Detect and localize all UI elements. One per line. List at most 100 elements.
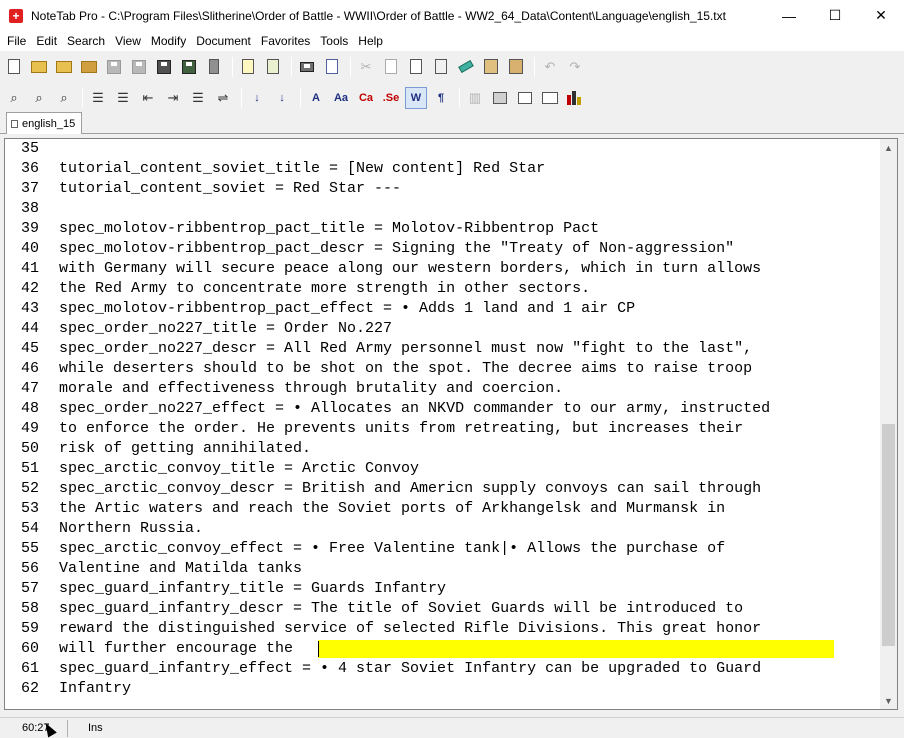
editor-line[interactable]: 59 reward the distinguished service of se… — [5, 619, 881, 639]
eraser-icon[interactable] — [455, 56, 477, 78]
editor-line[interactable]: 40 spec_molotov-ribbentrop_pact_descr = S… — [5, 239, 881, 259]
paste-special-icon[interactable] — [430, 56, 452, 78]
menu-tools[interactable]: Tools — [315, 31, 353, 51]
redo-icon[interactable]: ↷ — [564, 56, 586, 78]
spellcheck-icon[interactable] — [514, 87, 536, 109]
word-wrap-icon[interactable]: W — [405, 86, 427, 109]
menu-file[interactable]: File — [2, 31, 31, 51]
outdent-icon[interactable]: ⇤ — [137, 87, 159, 109]
save-as-icon[interactable] — [153, 56, 175, 78]
delete-trash-icon[interactable] — [203, 56, 225, 78]
line-text: spec_molotov-ribbentrop_pact_effect = • … — [59, 300, 636, 317]
swiss-cross-icon[interactable]: + — [9, 8, 23, 23]
menu-favorites[interactable]: Favorites — [256, 31, 315, 51]
toolbar-separator — [459, 87, 460, 108]
line-number: 60 — [20, 640, 39, 657]
editor-line[interactable]: 35 — [5, 139, 881, 159]
editor-line[interactable]: 43 spec_molotov-ribbentrop_pact_effect = … — [5, 299, 881, 319]
sort-ascending-icon[interactable]: ↓ — [246, 87, 268, 109]
editor-line[interactable]: 37 tutorial_content_soviet = Red Star --- — [5, 179, 881, 199]
editor-line[interactable]: 50 risk of getting annihilated. — [5, 439, 881, 459]
replace-icon[interactable]: ⌕ — [28, 87, 50, 109]
clipboard-paste-icon[interactable] — [505, 56, 527, 78]
editor-line[interactable]: 45 spec_order_no227_descr = All Red Army … — [5, 339, 881, 359]
line-number: 38 — [20, 200, 39, 217]
menu-search[interactable]: Search — [62, 31, 110, 51]
menu-modify[interactable]: Modify — [146, 31, 191, 51]
editor-line[interactable]: 47 morale and effectiveness through bruta… — [5, 379, 881, 399]
line-text: spec_guard_infantry_descr = The title of… — [59, 600, 744, 617]
clipboard-icon[interactable] — [480, 56, 502, 78]
save-disabled-icon[interactable] — [103, 56, 125, 78]
editor-line[interactable]: 42 the Red Army to concentrate more stren… — [5, 279, 881, 299]
menu-edit[interactable]: Edit — [31, 31, 62, 51]
menu-document[interactable]: Document — [191, 31, 256, 51]
tab-label: english_15 — [22, 117, 76, 130]
menu-help[interactable]: Help — [353, 31, 388, 51]
editor-line[interactable]: 49 to enforce the order. He prevents unit… — [5, 419, 881, 439]
statistics-bar-icon[interactable] — [564, 87, 586, 109]
line-number: 58 — [20, 600, 39, 617]
undo-icon[interactable]: ↶ — [539, 56, 561, 78]
new-document-icon[interactable] — [3, 56, 25, 78]
pilcrow-icon[interactable]: ¶ — [430, 87, 452, 109]
indent-icon[interactable]: ⇥ — [162, 87, 184, 109]
maximize-button[interactable]: ☐ — [812, 0, 858, 31]
editor-line[interactable]: 48 spec_order_no227_effect = • Allocates … — [5, 399, 881, 419]
columns-icon[interactable]: ▥ — [464, 87, 486, 109]
editor-line[interactable]: 57 spec_guard_infantry_title = Guards Inf… — [5, 579, 881, 599]
uppercase-icon[interactable]: A — [305, 87, 327, 109]
close-button[interactable]: ✕ — [858, 0, 904, 31]
favorites-star-icon[interactable] — [237, 56, 259, 78]
editor-line[interactable]: 53 the Artic waters and reach the Soviet … — [5, 499, 881, 519]
editor-line[interactable]: 60 will further encourage the — [5, 639, 881, 659]
editor-line[interactable]: 56 Valentine and Matilda tanks — [5, 559, 881, 579]
editor-line[interactable]: 58 spec_guard_infantry_descr = The title … — [5, 599, 881, 619]
bullet-list-icon[interactable]: ☰ — [87, 87, 109, 109]
editor-line[interactable]: 61 spec_guard_infantry_effect = • 4 star … — [5, 659, 881, 679]
capitalize-icon[interactable]: Ca — [355, 87, 377, 109]
text-editor[interactable]: 35 36 tutorial_content_soviet_title = [New… — [4, 138, 898, 710]
justify-icon[interactable]: ☰ — [187, 87, 209, 109]
print-icon[interactable] — [296, 56, 318, 78]
cut-icon[interactable]: ✂ — [355, 56, 377, 78]
editor-lines[interactable]: 35 36 tutorial_content_soviet_title = [New… — [5, 139, 881, 709]
wrap-icon[interactable]: ⇌ — [212, 87, 234, 109]
outline-icon[interactable] — [489, 87, 511, 109]
editor-line[interactable]: 54 Northern Russia. — [5, 519, 881, 539]
find-binoculars-icon[interactable]: ⌕ — [3, 87, 25, 109]
editor-line[interactable]: 51 spec_arctic_convoy_title = Arctic Conv… — [5, 459, 881, 479]
editor-line[interactable]: 52 spec_arctic_convoy_descr = British and… — [5, 479, 881, 499]
find-next-icon[interactable]: ⌕ — [53, 87, 75, 109]
toggle-case-icon[interactable]: Aa — [330, 87, 352, 109]
open-folder-alt-icon[interactable] — [53, 56, 75, 78]
open-folder-icon[interactable] — [28, 56, 50, 78]
editor-line[interactable]: 62 Infantry — [5, 679, 881, 699]
favorites-add-icon[interactable] — [262, 56, 284, 78]
sort-descending-icon[interactable]: ↓ — [271, 87, 293, 109]
editor-line[interactable]: 38 — [5, 199, 881, 219]
insert-mode: Ins — [88, 721, 103, 734]
menu-view[interactable]: View — [110, 31, 146, 51]
editor-line[interactable]: 41 with Germany will secure peace along o… — [5, 259, 881, 279]
minimize-button[interactable]: — — [766, 0, 812, 31]
open-multiple-icon[interactable] — [78, 56, 100, 78]
vertical-scrollbar[interactable]: ▲ ▼ — [880, 139, 897, 709]
save-all-disabled-icon[interactable] — [128, 56, 150, 78]
editor-line[interactable]: 39 spec_molotov-ribbentrop_pact_title = M… — [5, 219, 881, 239]
book-icon[interactable] — [539, 87, 561, 109]
editor-line[interactable]: 46 while deserters should to be shot on t… — [5, 359, 881, 379]
paste-icon[interactable] — [405, 56, 427, 78]
editor-line[interactable]: 36 tutorial_content_soviet_title = [New c… — [5, 159, 881, 179]
print-preview-icon[interactable] — [321, 56, 343, 78]
scrollbar-thumb[interactable] — [882, 424, 895, 646]
numbered-list-icon[interactable]: ☰ — [112, 87, 134, 109]
scroll-down-icon[interactable]: ▼ — [880, 692, 897, 709]
scroll-up-icon[interactable]: ▲ — [880, 139, 897, 156]
edit-save-icon[interactable] — [178, 56, 200, 78]
copy-icon[interactable] — [380, 56, 402, 78]
tab-english-15[interactable]: english_15 — [6, 112, 83, 134]
editor-line[interactable]: 44 spec_order_no227_title = Order No.227 — [5, 319, 881, 339]
sentence-case-icon[interactable]: .Se — [380, 87, 402, 109]
editor-line[interactable]: 55 spec_arctic_convoy_effect = • Free Val… — [5, 539, 881, 559]
